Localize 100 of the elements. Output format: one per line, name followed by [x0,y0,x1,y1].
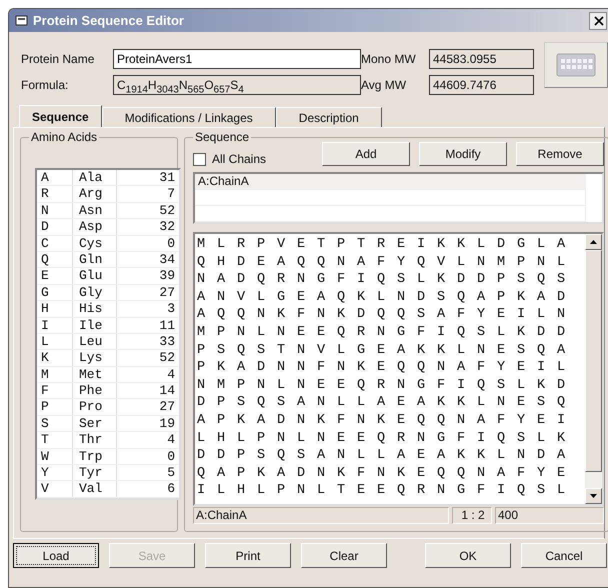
calculator-button[interactable] [544,42,608,88]
status-field: A:ChainA [193,507,449,524]
sequence-line: M L R P V E T P T R E I K K L D G L A [197,236,568,254]
table-cell: Thr [73,432,117,448]
formula-field: C$_{1914}$H$_{3043}$N$_{565}$O$_{657}$S$_{4}$ [113,75,361,95]
sequence-line: P S Q S T N V L G E A K K L N E S Q A [197,342,568,360]
avg-mw-field: 44609.7476 [429,75,534,95]
table-cell-text: 33 [158,334,176,350]
table-cell: Phe [73,383,117,398]
sequence-line: A P K A D N K F N K E Q Q N A F Y E I [197,412,568,430]
group-title: Sequence [193,130,252,144]
close-icon [594,16,604,26]
scroll-down-button[interactable] [585,488,602,504]
table-cell-text: 4 [166,432,176,448]
field-label: Protein Name [21,52,96,66]
status-field: 1 : 2 [452,507,492,524]
table-cell: W [37,448,73,464]
tab[interactable]: Description [276,107,382,127]
dialog-button[interactable]: Load [13,543,99,568]
sequence-line: A N V L G E A Q K L N D S Q A P K A D [197,288,568,306]
table-cell-text: 4 [166,366,176,382]
table-cell-text: 14 [158,383,176,398]
scroll-up-button[interactable] [585,234,602,250]
sequence-line: L H L P N L N E E Q R N G F I Q S L K [197,430,568,448]
table-cell: G [37,284,73,300]
table-cell: K [37,350,73,366]
field-label: Avg MW [361,78,408,92]
table-cell: I [37,318,73,333]
sequence-line: P K A D N N F N K E Q Q N A F Y E I L [197,359,568,377]
table-cell-text: 5 [166,465,176,480]
sequence-line: D P S Q S A N L L A E A K K L N E S Q [197,394,568,412]
table-cell: Ala [73,170,117,186]
sequence-line: D D P S Q S A N L L A E A K K L N D A [197,447,568,465]
table-cell-text: 27 [158,399,176,415]
down-arrow-icon [590,494,597,498]
table-cell: S [37,416,73,432]
scrollbar[interactable] [585,234,602,504]
dialog-button[interactable]: OK [425,543,511,568]
sequence-line: I L H L P N L T E E Q R N G F I Q S L [197,482,568,500]
table-cell: V [37,481,73,497]
dialog-button[interactable]: Cancel [521,543,607,568]
table-cell: H [37,301,73,317]
table-cell: C [37,236,73,251]
table-cell: Gln [73,252,117,268]
table-cell-text: 0 [166,236,176,251]
table-cell: Pro [73,399,117,415]
dialog-button[interactable]: Print [205,543,291,568]
table-cell: His [73,301,117,317]
table-cell-text: 31 [158,170,176,186]
table-cell: P [37,399,73,415]
sequence-text-area[interactable] [193,232,604,506]
dialog-button[interactable]: Clear [301,543,387,568]
table-cell: Glu [73,268,117,284]
table-cell-text: 27 [158,284,176,300]
table-cell: Asp [73,219,117,235]
protein-name-field[interactable]: ProteinAvers1 [113,49,361,69]
table-cell-text: 0 [166,448,176,464]
table-cell: Q [37,252,73,268]
chain-button[interactable]: Remove [516,142,604,166]
sequence-line: N M P N L N E E Q R N G F I Q S L K D [197,376,568,394]
table-cell: A [37,170,73,186]
window-title: Protein Sequence Editor [33,13,184,28]
sequence-line: M P N L N E E Q R N G F I Q S L K D D [197,324,568,342]
chain-button[interactable]: Add [322,142,410,166]
table-cell-text: 52 [158,202,176,218]
table-cell: D [37,219,73,235]
chain-button[interactable]: Modify [419,142,507,166]
chain-item[interactable]: A:ChainA [195,174,585,190]
table-cell: E [37,268,73,284]
group-title: Amino Acids [29,130,100,144]
table-cell-text: 19 [158,416,176,432]
table-cell: Trp [73,448,117,464]
sequence-line: N A D Q R N G F I Q S L K D D P S Q S [197,271,568,289]
window-icon [15,14,29,26]
table-cell: R [37,186,73,202]
field-label: Formula: [21,78,70,92]
sequence-line: Q H D E A Q Q N A F Y Q V L N M P N L [197,254,568,272]
close-button[interactable] [589,12,607,30]
checkbox-label: All Chains [212,152,266,166]
table-cell-text: 7 [166,186,176,202]
table-cell: Met [73,366,117,382]
tab[interactable]: Sequence [19,105,102,127]
table-cell-text: 6 [166,481,176,497]
table-cell: N [37,202,73,218]
table-cell-text: 32 [158,219,176,235]
table-cell: Val [73,481,117,497]
table-cell: L [37,334,73,350]
mono-mw-field: 44583.0955 [429,49,534,69]
table-cell: M [37,366,73,382]
up-arrow-icon [590,240,597,244]
table-cell: Gly [73,284,117,300]
sequence-line: A Q Q N K F N K D Q Q S A F Y E I L N [197,306,568,324]
checkbox[interactable] [193,152,206,166]
scroll-thumb[interactable] [585,250,602,472]
tab[interactable]: Modifications / Linkages [102,107,276,127]
table-cell-text: 3 [166,301,176,317]
table-cell: Arg [73,186,117,202]
table-cell: Y [37,465,73,480]
sequence-line: Q A P K A D N K F N K E Q Q N A F Y E [197,464,568,482]
table-cell: Ser [73,416,117,432]
